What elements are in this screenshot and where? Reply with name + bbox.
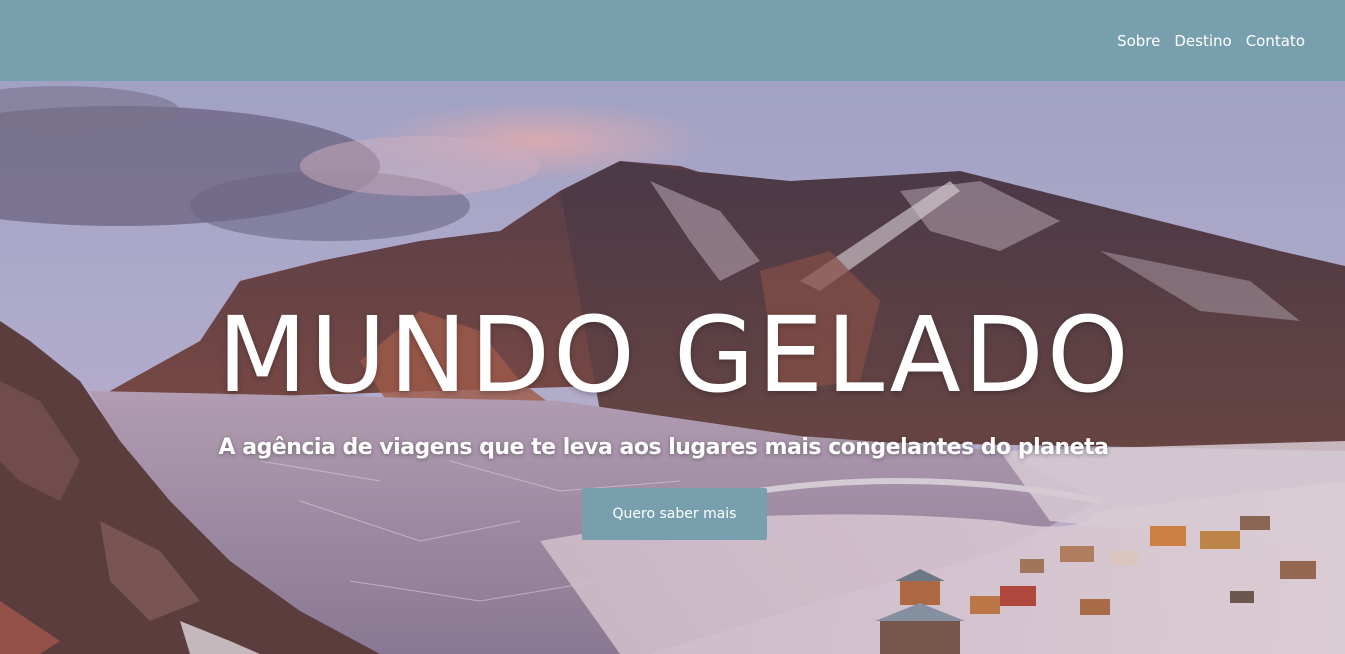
nav-link-destino[interactable]: Destino — [1174, 31, 1231, 51]
hero-subtitle: A agência de viagens que te leva aos lug… — [218, 435, 1109, 460]
hero-title: MUNDO GELADO — [217, 294, 1132, 416]
cta-button[interactable]: Quero saber mais — [582, 488, 767, 540]
nav-link-sobre[interactable]: Sobre — [1117, 31, 1160, 51]
nav-link-contato[interactable]: Contato — [1246, 31, 1305, 51]
top-navbar: Sobre Destino Contato — [0, 0, 1345, 81]
hero-section: MUNDO GELADO A agência de viagens que te… — [0, 81, 1345, 654]
hero-content: MUNDO GELADO A agência de viagens que te… — [0, 81, 1345, 654]
